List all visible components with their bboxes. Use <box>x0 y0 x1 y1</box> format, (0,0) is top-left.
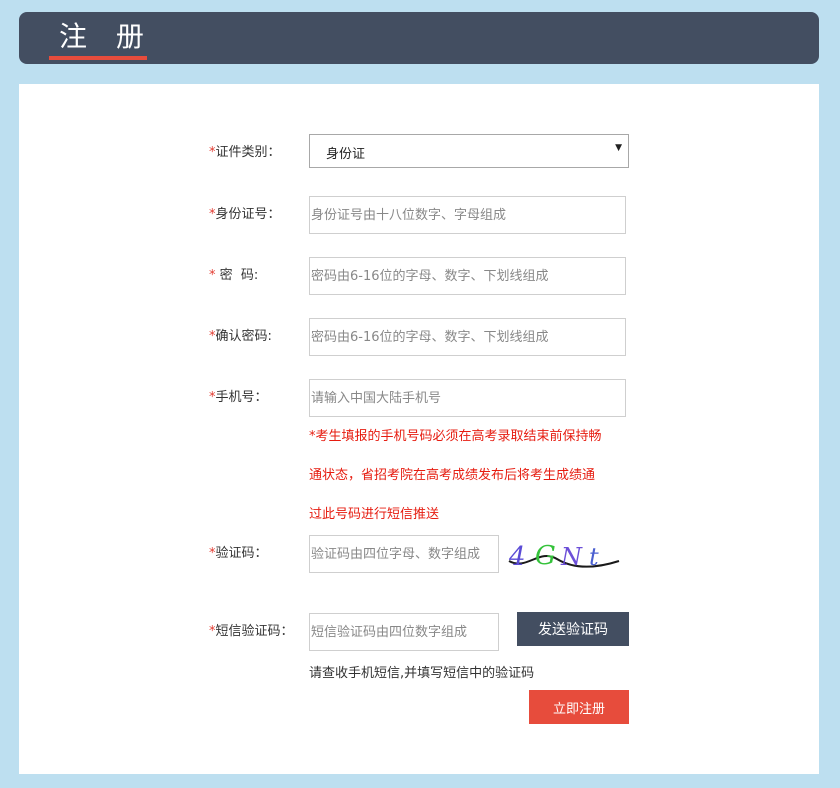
captcha-char: G <box>535 541 556 571</box>
password-label-text: 密 码: <box>215 268 259 283</box>
sms-code-label: *短信验证码： <box>209 623 294 641</box>
register-button[interactable]: 立即注册 <box>529 690 629 724</box>
confirm-password-label: *确认密码: <box>209 328 272 346</box>
phone-notice-line-2: 通状态，省招考院在高考成绩发布后将考生成绩通 <box>309 468 596 483</box>
phone-notice-line-3: 过此号码进行短信推送 <box>309 507 440 522</box>
title-underline <box>49 56 147 60</box>
id-type-label-text: 证件类别： <box>215 145 281 160</box>
password-input[interactable] <box>309 257 626 295</box>
chevron-down-icon: ▼ <box>615 143 622 153</box>
phone-notice-line-1: *考生填报的手机号码必须在高考录取结束前保持畅 <box>309 429 602 444</box>
captcha-label-text: 验证码： <box>215 546 268 561</box>
captcha-char: N <box>560 543 583 571</box>
captcha-image[interactable]: 4 G N t <box>505 538 623 572</box>
captcha-label: *验证码： <box>209 545 268 563</box>
id-number-label-text: 身份证号： <box>215 207 281 222</box>
id-number-label: *身份证号： <box>209 206 281 224</box>
page-title: 注 册 <box>59 20 154 53</box>
phone-label: *手机号： <box>209 389 268 407</box>
confirm-password-input[interactable] <box>309 318 626 356</box>
id-number-input[interactable] <box>309 196 626 234</box>
sms-code-label-text: 短信验证码： <box>215 624 294 639</box>
send-code-button[interactable]: 发送验证码 <box>517 612 629 646</box>
sms-hint: 请查收手机短信,并填写短信中的验证码 <box>309 666 535 681</box>
id-type-label: *证件类别： <box>209 144 281 162</box>
confirm-password-label-text: 确认密码: <box>215 329 272 344</box>
id-type-select[interactable]: 身份证 ▼ <box>309 134 629 168</box>
phone-label-text: 手机号： <box>215 390 268 405</box>
id-type-selected-value: 身份证 <box>326 147 366 162</box>
page-header: 注 册 <box>19 12 819 64</box>
captcha-char: 4 <box>508 542 526 572</box>
phone-input[interactable] <box>309 379 626 417</box>
sms-code-input[interactable] <box>309 613 499 651</box>
password-label: * 密 码: <box>209 267 258 285</box>
captcha-input[interactable] <box>309 535 499 573</box>
captcha-char: t <box>589 543 599 571</box>
